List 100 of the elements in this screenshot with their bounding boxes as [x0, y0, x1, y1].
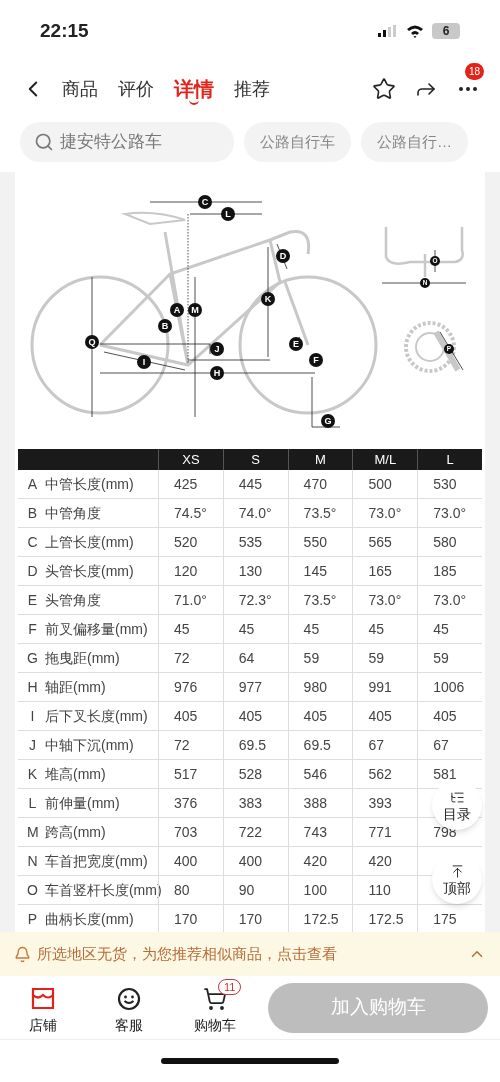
list-icon: [449, 789, 465, 805]
table-cell-text: 69.5: [303, 735, 331, 755]
crankset-drawing: [404, 321, 464, 373]
dimension-marker: H: [210, 366, 224, 380]
dimension-letter: P: [27, 909, 38, 929]
column-header: S: [222, 449, 288, 470]
column-header: M/L: [352, 449, 418, 470]
table-cell-text: 59: [303, 648, 320, 668]
table-cell-text: 45: [303, 619, 320, 639]
dimension-letter: E: [27, 590, 38, 610]
table-cell-text: 425: [174, 474, 198, 494]
signal-icon: [378, 25, 398, 37]
table-cell-text: 388: [303, 793, 327, 813]
table-cell-text: 977: [238, 677, 263, 697]
dimension-marker: B: [158, 319, 172, 333]
table-cell-text: 517: [174, 764, 198, 784]
dimension-letter: N: [27, 851, 38, 871]
search-field[interactable]: 捷安特公路车: [20, 122, 234, 162]
column-header: L: [417, 449, 482, 470]
table-cell-text: 976: [174, 677, 198, 697]
dimension-name: 车首竖杆长度(mm): [44, 880, 162, 900]
dimension-letter: C: [27, 532, 38, 552]
dimension-letter: G: [27, 648, 38, 668]
nav-tab[interactable]: 详情: [174, 73, 214, 105]
dimension-letter: F: [27, 619, 38, 639]
dimension-marker: G: [321, 414, 335, 428]
dimension-letter: B: [27, 503, 38, 523]
table-cell-text: 405: [368, 706, 392, 726]
table-cell-text: 528: [238, 764, 263, 784]
dimension-letter: D: [27, 561, 38, 581]
table-cell-text: 500: [368, 474, 392, 494]
dimension-letter: I: [29, 706, 36, 726]
table-cell-text: 771: [368, 822, 392, 842]
table-cell-text: 72.3°: [238, 590, 272, 610]
table-cell-text: 405: [433, 706, 457, 726]
table-cell-text: 69.5: [238, 735, 267, 755]
dimension-name: 轴距(mm): [45, 677, 106, 697]
table-cell-text: 130: [238, 561, 263, 581]
star-icon[interactable]: [372, 77, 396, 101]
table-cell-text: 72: [174, 648, 190, 668]
dimension-marker: D: [276, 249, 290, 263]
table-cell-text: 520: [174, 532, 198, 552]
table-cell-text: 980: [303, 677, 327, 697]
table-cell-text: 185: [433, 561, 457, 581]
table-cell-text: 71.0°: [174, 590, 207, 610]
store-tab[interactable]: 店铺: [0, 979, 86, 1036]
table-cell-text: 73.0°: [368, 590, 402, 610]
dimension-name: 车首把宽度(mm): [45, 851, 148, 871]
dimension-marker: C: [198, 195, 212, 209]
table-cell-text: 170: [238, 909, 263, 929]
dimension-letter: O: [27, 880, 38, 900]
dimension-name: 中管长度(mm): [45, 474, 134, 494]
dimension-letter: H: [27, 677, 38, 697]
table-cell-text: 400: [174, 851, 198, 871]
table-cell-text: 445: [238, 474, 263, 494]
table-cell-text: 165: [368, 561, 392, 581]
dimension-marker: Q: [85, 335, 99, 349]
table-cell-text: 73.0°: [433, 590, 467, 610]
dimension-letter: J: [28, 735, 37, 755]
dimension-name: 前叉偏移量(mm): [45, 619, 148, 639]
table-cell-text: 172.5: [303, 909, 339, 929]
dimension-marker: L: [221, 207, 235, 221]
table-cell-text: 393: [368, 793, 392, 813]
table-cell-text: 420: [368, 851, 392, 871]
table-cell-text: 90: [238, 880, 255, 900]
dimension-marker: F: [309, 353, 323, 367]
nav-tab[interactable]: 评价: [118, 74, 154, 104]
table-cell-text: 722: [238, 822, 263, 842]
table-cell-text: 470: [303, 474, 327, 494]
table-cell-text: 420: [303, 851, 327, 871]
table-cell-text: 59: [368, 648, 384, 668]
battery-indicator: 6: [432, 23, 460, 39]
table-cell-text: 170: [174, 909, 198, 929]
table-cell-text: 67: [433, 735, 449, 755]
dimension-marker: I: [137, 355, 151, 369]
dimension-marker: E: [289, 337, 303, 351]
dimension-letter: L: [27, 793, 38, 813]
service-tab[interactable]: 客服: [86, 979, 172, 1036]
table-cell-text: 73.5°: [303, 503, 337, 523]
table-cell-text: 565: [368, 532, 392, 552]
table-cell-text: 74.0°: [238, 503, 272, 523]
cart-tab[interactable]: 11 购物车: [172, 979, 258, 1036]
back-to-top-button[interactable]: 顶部: [432, 854, 482, 904]
notice-banner[interactable]: 所选地区无货，为您推荐相似商品，点击查看: [0, 932, 500, 976]
cart-badge: 11: [218, 979, 242, 995]
dimension-name: 拖曳距(mm): [45, 648, 120, 668]
status-time: 22:15: [40, 18, 89, 43]
dimension-name: 头管角度: [45, 590, 101, 610]
nav-tab[interactable]: 商品: [62, 74, 98, 104]
dimension-name: 曲柄长度(mm): [45, 909, 134, 929]
table-cell-text: 145: [303, 561, 327, 581]
table-cell-text: 175: [433, 909, 457, 929]
column-header: XS: [158, 449, 223, 470]
table-cell-text: 550: [303, 532, 327, 552]
table-cell-text: 120: [174, 561, 198, 581]
table-cell-text: 73.0°: [433, 503, 467, 523]
nav-tab[interactable]: 推荐: [234, 74, 270, 104]
dimension-name: 前伸量(mm): [45, 793, 120, 813]
dimension-name: 中管角度: [45, 503, 101, 523]
dimension-name: 头管长度(mm): [45, 561, 134, 581]
